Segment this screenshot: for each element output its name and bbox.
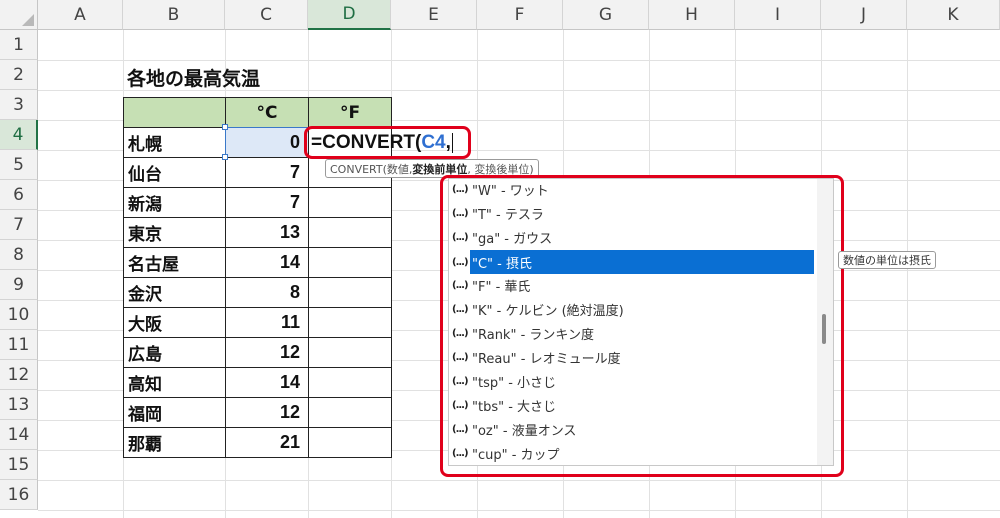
- grid-line: [38, 510, 1000, 511]
- column-header-e[interactable]: E: [391, 0, 477, 30]
- city-cell[interactable]: 福岡: [123, 397, 226, 428]
- row-header-1[interactable]: 1: [0, 30, 38, 60]
- row-header-11[interactable]: 11: [0, 330, 38, 360]
- column-header-d[interactable]: D: [308, 0, 391, 30]
- column-header-a[interactable]: A: [38, 0, 123, 30]
- item-tooltip: 数値の単位は摂氏: [838, 251, 936, 269]
- city-cell[interactable]: 金沢: [123, 277, 226, 308]
- row-header-6[interactable]: 6: [0, 180, 38, 210]
- row-header-3[interactable]: 3: [0, 90, 38, 120]
- temp-cell[interactable]: 8: [225, 277, 309, 308]
- column-header-k[interactable]: K: [907, 0, 1000, 30]
- fahrenheit-cell[interactable]: [308, 217, 392, 248]
- fahrenheit-cell[interactable]: [308, 307, 392, 338]
- column-header-i[interactable]: I: [735, 0, 821, 30]
- sheet-title: 各地の最高気温: [127, 67, 261, 90]
- fahrenheit-cell[interactable]: [308, 247, 392, 278]
- select-all-triangle-icon: [22, 14, 34, 26]
- temp-cell[interactable]: 11: [225, 307, 309, 338]
- fahrenheit-cell[interactable]: [308, 397, 392, 428]
- row-header-8[interactable]: 8: [0, 240, 38, 270]
- city-cell[interactable]: 新潟: [123, 187, 226, 218]
- column-header-c[interactable]: C: [225, 0, 308, 30]
- table-header-city[interactable]: [123, 97, 226, 128]
- table-header-fahrenheit[interactable]: °F: [308, 97, 392, 128]
- row-header-5[interactable]: 5: [0, 150, 38, 180]
- city-cell[interactable]: 大阪: [123, 307, 226, 338]
- temp-cell[interactable]: 21: [225, 427, 309, 458]
- row-header-7[interactable]: 7: [0, 210, 38, 240]
- temp-cell[interactable]: 12: [225, 337, 309, 368]
- column-header-j[interactable]: J: [821, 0, 907, 30]
- column-header-b[interactable]: B: [123, 0, 225, 30]
- temp-cell[interactable]: 14: [225, 247, 309, 278]
- grid-line: [38, 480, 1000, 481]
- fahrenheit-cell[interactable]: [308, 427, 392, 458]
- tooltip-func: CONVERT(数値,: [330, 162, 413, 176]
- row-header-2[interactable]: 2: [0, 60, 38, 90]
- city-cell[interactable]: 名古屋: [123, 247, 226, 278]
- row-header-16[interactable]: 16: [0, 480, 38, 510]
- city-cell[interactable]: 高知: [123, 367, 226, 398]
- row-header-14[interactable]: 14: [0, 420, 38, 450]
- row-header-10[interactable]: 10: [0, 300, 38, 330]
- row-header-15[interactable]: 15: [0, 450, 38, 480]
- select-all-corner[interactable]: [0, 0, 38, 30]
- row-header-9[interactable]: 9: [0, 270, 38, 300]
- selection-handle[interactable]: [222, 154, 228, 160]
- city-cell[interactable]: 仙台: [123, 157, 226, 188]
- temp-cell[interactable]: 7: [225, 187, 309, 218]
- grid-line: [38, 60, 1000, 61]
- column-header-g[interactable]: G: [563, 0, 649, 30]
- temp-cell[interactable]: 13: [225, 217, 309, 248]
- table-header-celsius[interactable]: °C: [225, 97, 309, 128]
- fahrenheit-cell[interactable]: [308, 277, 392, 308]
- city-cell[interactable]: 那覇: [123, 427, 226, 458]
- temp-cell[interactable]: 7: [225, 157, 309, 188]
- row-header-12[interactable]: 12: [0, 360, 38, 390]
- temp-cell[interactable]: 12: [225, 397, 309, 428]
- temp-cell[interactable]: 14: [225, 367, 309, 398]
- column-header-h[interactable]: H: [649, 0, 735, 30]
- fahrenheit-cell[interactable]: [308, 367, 392, 398]
- city-cell[interactable]: 広島: [123, 337, 226, 368]
- row-header-4[interactable]: 4: [0, 120, 38, 150]
- fahrenheit-cell[interactable]: [308, 337, 392, 368]
- column-header-f[interactable]: F: [477, 0, 563, 30]
- selection-handle[interactable]: [222, 124, 228, 130]
- row-header-13[interactable]: 13: [0, 390, 38, 420]
- highlight-formula-box: [304, 126, 471, 159]
- temp-cell-selected[interactable]: 0: [225, 127, 309, 158]
- highlight-autocomplete-box: [440, 175, 844, 477]
- city-cell[interactable]: 札幌: [123, 127, 226, 158]
- city-cell[interactable]: 東京: [123, 217, 226, 248]
- fahrenheit-cell[interactable]: [308, 187, 392, 218]
- grid-line: [907, 30, 908, 518]
